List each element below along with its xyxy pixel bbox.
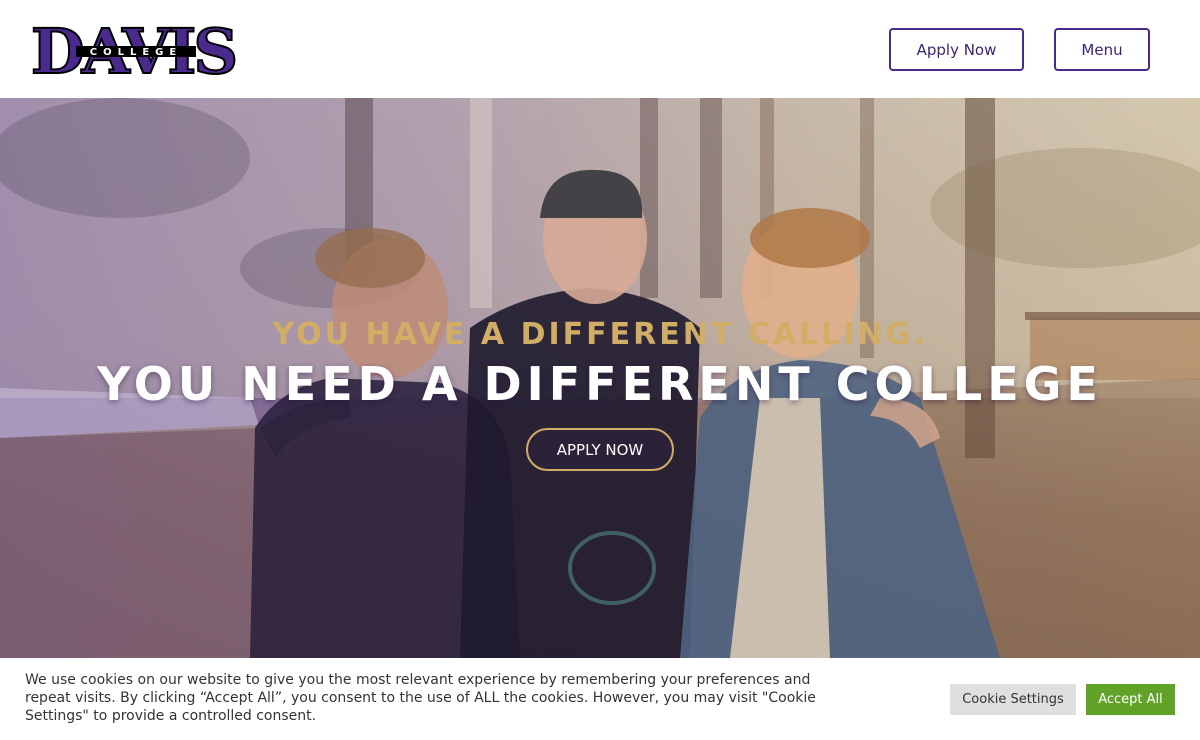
cookie-settings-button[interactable]: Cookie Settings	[950, 684, 1076, 715]
accept-all-cookies-button[interactable]: Accept All	[1086, 684, 1175, 715]
davis-college-logo[interactable]: DAVIS COLLEGE	[20, 20, 246, 78]
hero-apply-now-button[interactable]: APPLY NOW	[526, 428, 674, 471]
hero-subtitle: YOU HAVE A DIFFERENT CALLING.	[272, 317, 928, 352]
site-header: DAVIS COLLEGE Apply Now Menu	[0, 0, 1200, 98]
header-apply-now-button[interactable]: Apply Now	[889, 28, 1024, 71]
hero-banner: YOU HAVE A DIFFERENT CALLING. YOU NEED A…	[0, 98, 1200, 658]
cookie-consent-bar: We use cookies on our website to give yo…	[0, 658, 1200, 740]
hero-title: YOU NEED A DIFFERENT COLLEGE	[97, 357, 1103, 411]
menu-button[interactable]: Menu	[1054, 28, 1150, 71]
logo-sub-text: COLLEGE	[90, 47, 182, 58]
logo-graphic: DAVIS COLLEGE	[30, 20, 239, 78]
cookie-consent-text: We use cookies on our website to give yo…	[25, 672, 816, 724]
